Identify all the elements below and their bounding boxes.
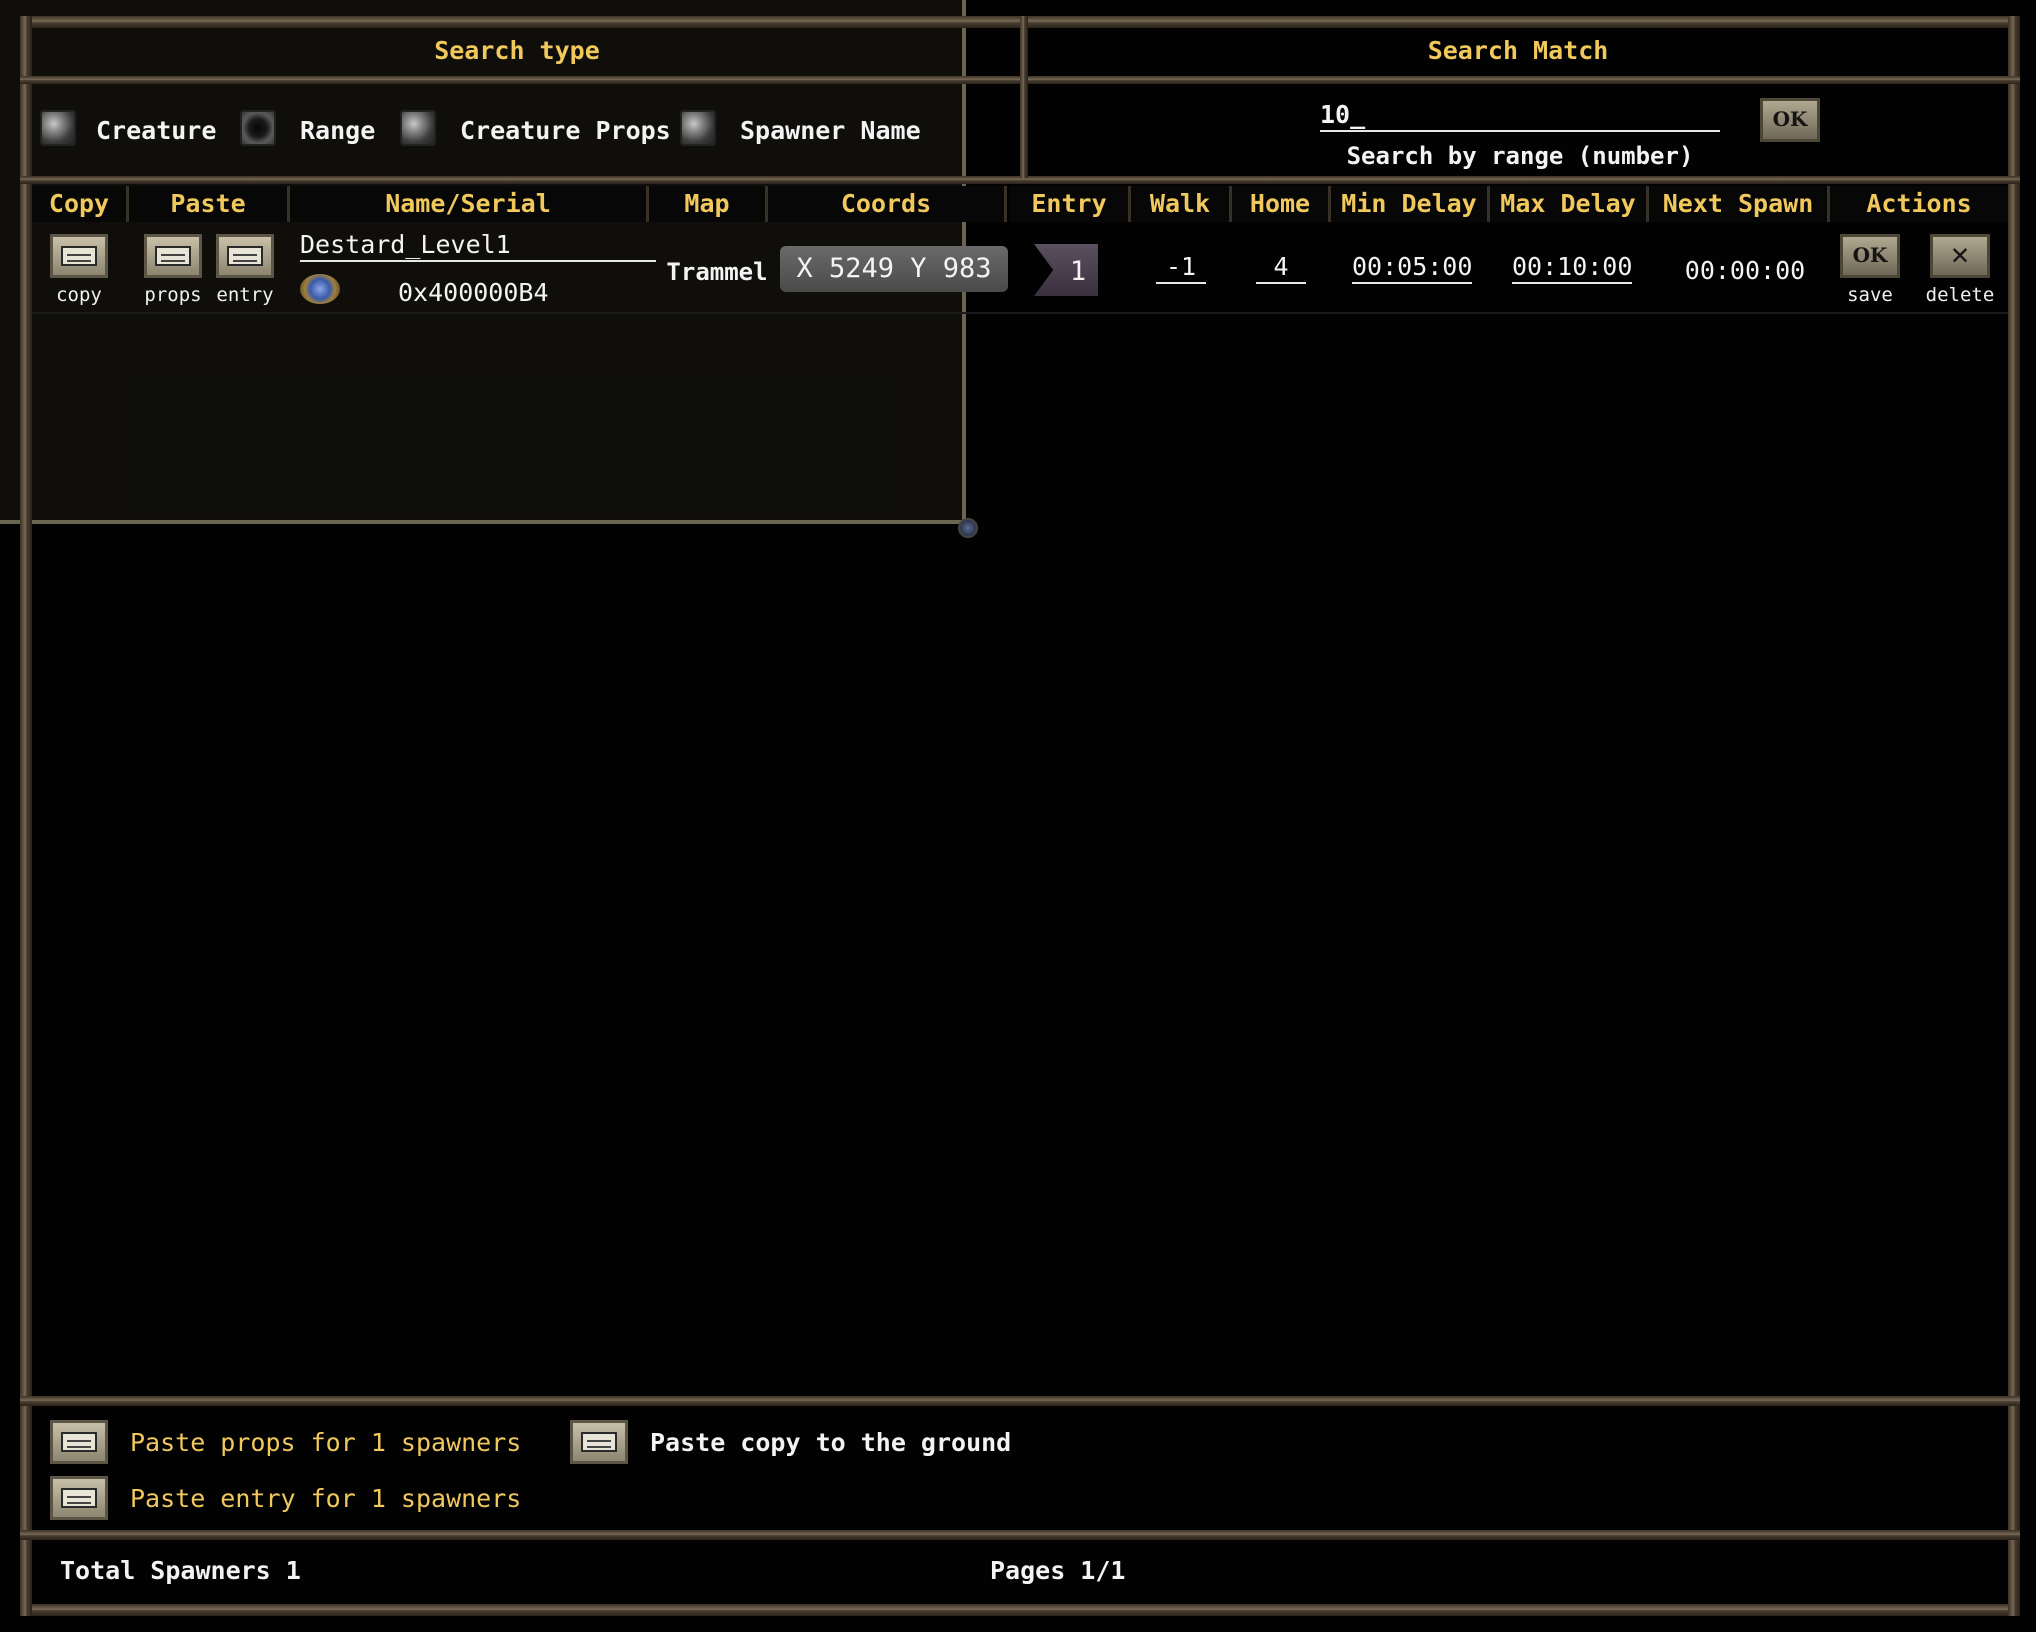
col-paste: Paste [129, 186, 290, 222]
radio-range[interactable] [240, 110, 276, 146]
paste-entry-all-button[interactable] [50, 1476, 108, 1520]
frame-divider-footer [20, 1396, 2020, 1406]
resize-handle-icon[interactable] [958, 518, 978, 538]
copy-label: copy [56, 284, 102, 306]
save-label: save [1847, 284, 1893, 306]
spawner-name-field[interactable]: Destard_Level1 [300, 230, 656, 262]
radio-creature[interactable] [40, 110, 76, 146]
col-min-delay: Min Delay [1331, 186, 1490, 222]
spawner-serial: 0x400000B4 [398, 278, 549, 307]
save-button[interactable]: OK [1840, 234, 1900, 278]
col-max-delay: Max Delay [1490, 186, 1649, 222]
frame-right [2008, 16, 2020, 1616]
walk-field[interactable]: -1 [1156, 252, 1206, 284]
search-match-hint: Search by range (number) [1346, 142, 1694, 170]
pages-indicator: Pages 1/1 [990, 1556, 1126, 1585]
background-window-border-bottom [0, 520, 966, 524]
delete-button[interactable]: ✕ [1930, 234, 1990, 278]
radio-creature-props-label: Creature Props [460, 116, 671, 145]
copy-button[interactable] [50, 234, 108, 278]
radio-spawner-name-label: Spawner Name [740, 116, 921, 145]
radio-creature-props[interactable] [400, 110, 436, 146]
map-value: Trammel [666, 258, 768, 286]
radio-spawner-name[interactable] [680, 110, 716, 146]
total-spawners: Total Spawners 1 [60, 1556, 301, 1585]
search-ok-button[interactable]: OK [1760, 98, 1820, 142]
col-walk: Walk [1131, 186, 1232, 222]
col-coords: Coords [768, 186, 1007, 222]
gem-icon[interactable] [300, 274, 340, 304]
radio-creature-label: Creature [96, 116, 217, 145]
col-copy: Copy [32, 186, 129, 222]
col-home: Home [1232, 186, 1331, 222]
frame-bottom [20, 1604, 2020, 1616]
entry-value: 1 [1069, 256, 1087, 287]
paste-entry-button[interactable] [216, 234, 274, 278]
col-actions: Actions [1830, 186, 2008, 222]
col-name-serial: Name/Serial [290, 186, 649, 222]
paste-ground-button[interactable] [570, 1420, 628, 1464]
col-next-spawn: Next Spawn [1649, 186, 1830, 222]
coords-value[interactable]: X 5249 Y 983 [780, 246, 1008, 292]
paste-ground-label: Paste copy to the ground [650, 1428, 1012, 1457]
row-divider [32, 312, 2008, 314]
props-label: props [144, 284, 202, 306]
search-type-title: Search type [434, 36, 600, 65]
close-icon: ✕ [1950, 237, 1970, 272]
paste-entry-all-label: Paste entry for 1 spawners [130, 1484, 522, 1513]
frame-left [20, 16, 32, 1616]
entry-label: entry [216, 284, 274, 306]
frame-divider-status [20, 1530, 2020, 1540]
col-entry: Entry [1010, 186, 1131, 222]
frame-divider-vertical [1020, 16, 1028, 178]
search-match-title: Search Match [1427, 36, 1609, 65]
home-field[interactable]: 4 [1256, 252, 1306, 284]
paste-props-button[interactable] [144, 234, 202, 278]
max-delay-field[interactable]: 00:10:00 [1512, 252, 1632, 284]
delete-label: delete [1925, 284, 1995, 306]
paste-props-all-label: Paste props for 1 spawners [130, 1428, 522, 1457]
search-match-input[interactable]: 10_ [1320, 100, 1720, 132]
next-spawn-value: 00:00:00 [1684, 256, 1806, 285]
radio-range-label: Range [300, 116, 376, 145]
col-map: Map [649, 186, 768, 222]
paste-props-all-button[interactable] [50, 1420, 108, 1464]
min-delay-field[interactable]: 00:05:00 [1352, 252, 1472, 284]
